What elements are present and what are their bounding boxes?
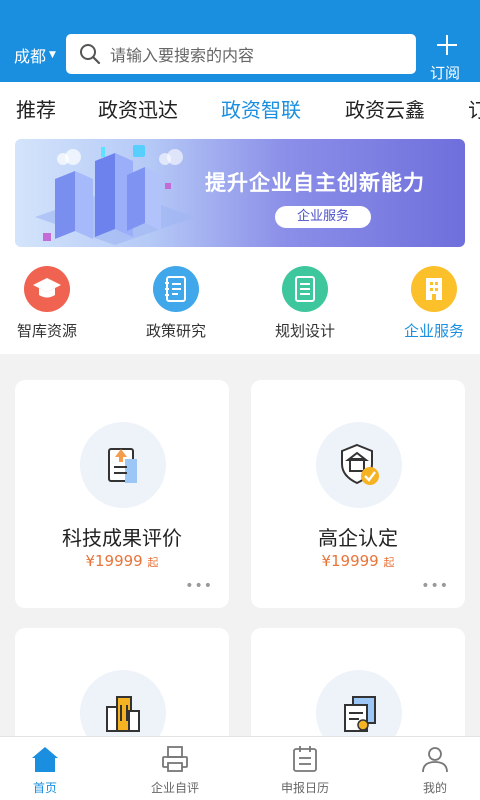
subscribe-label: 订阅 bbox=[429, 64, 460, 82]
promo-banner[interactable]: 提升企业自主创新能力 企业服务 bbox=[15, 139, 465, 247]
tab-tuijian[interactable]: 推荐 bbox=[16, 94, 56, 123]
nav-calendar[interactable]: 申报日历 bbox=[260, 745, 350, 796]
nav-label: 申报日历 bbox=[280, 781, 329, 795]
category-qiye[interactable]: 企业服务 bbox=[386, 266, 480, 341]
calendar-icon bbox=[293, 746, 317, 772]
certificate-upload-icon bbox=[108, 448, 137, 483]
city-selector[interactable]: 成都 ▼ bbox=[14, 43, 56, 67]
buildings-icon bbox=[106, 696, 140, 732]
nav-self-assessment[interactable]: 企业自评 bbox=[130, 745, 220, 796]
category-icon-bg bbox=[24, 266, 70, 312]
category-label: 政策研究 bbox=[145, 322, 206, 340]
category-icon-bg bbox=[153, 266, 199, 312]
graduation-cap-icon bbox=[33, 278, 61, 298]
category-label: 智库资源 bbox=[16, 322, 77, 340]
category-label: 规划设计 bbox=[274, 322, 335, 340]
category-zhiku[interactable]: 智库资源 bbox=[0, 266, 95, 341]
nav-home[interactable]: 首页 bbox=[0, 745, 90, 796]
top-header: 成都 ▼ 请输入要搜索的内容 订阅 bbox=[0, 0, 480, 82]
card-icon-bg bbox=[316, 422, 402, 508]
category-icon-bg bbox=[411, 266, 457, 312]
search-placeholder: 请输入要搜索的内容 bbox=[110, 46, 255, 65]
card-price-value: ¥19999 bbox=[321, 552, 379, 570]
card-price: ¥19999 起 bbox=[15, 552, 229, 570]
card-title: 高企认定 bbox=[318, 526, 398, 550]
nav-label: 企业自评 bbox=[150, 781, 199, 795]
banner-section: 提升企业自主创新能力 企业服务 bbox=[0, 134, 480, 254]
category-tabs: 推荐 政资迅达 政资智联 政资云鑫 订 bbox=[0, 82, 480, 134]
shield-check-icon bbox=[341, 443, 379, 485]
document-icon bbox=[295, 276, 315, 302]
card-price: ¥19999 起 bbox=[251, 552, 465, 570]
nav-label: 首页 bbox=[32, 781, 57, 795]
caret-down-icon: ▼ bbox=[49, 50, 56, 60]
card-title: 科技成果评价 bbox=[62, 526, 182, 550]
building-icon bbox=[426, 278, 442, 300]
more-icon[interactable]: ••• bbox=[185, 578, 213, 594]
notebook-icon bbox=[165, 276, 186, 302]
home-icon bbox=[32, 747, 58, 772]
category-label: 企业服务 bbox=[403, 322, 464, 340]
service-categories: 智库资源 政策研究 规划设计 企业服务 bbox=[0, 254, 480, 354]
category-guihua[interactable]: 规划设计 bbox=[257, 266, 353, 341]
nav-label: 我的 bbox=[422, 781, 447, 795]
card-price-suffix: 起 bbox=[147, 556, 159, 569]
banner-title: 提升企业自主创新能力 bbox=[205, 171, 425, 195]
tab-zhengzi-xunda[interactable]: 政资迅达 bbox=[98, 94, 178, 123]
printer-icon bbox=[162, 746, 188, 772]
card-icon-bg bbox=[80, 422, 166, 508]
more-icon[interactable]: ••• bbox=[421, 578, 449, 594]
banner-tag: 企业服务 bbox=[275, 206, 371, 228]
documents-stamp-icon bbox=[344, 696, 376, 732]
subscribe-button[interactable]: 订阅 bbox=[430, 34, 464, 83]
plus-icon bbox=[437, 35, 457, 55]
tab-zhengzi-yunxin[interactable]: 政资云鑫 bbox=[345, 94, 425, 123]
search-bar[interactable]: 请输入要搜索的内容 bbox=[66, 34, 416, 74]
nav-profile[interactable]: 我的 bbox=[390, 745, 480, 796]
city-illustration bbox=[35, 145, 195, 245]
tab-overflow[interactable]: 订 bbox=[468, 94, 480, 123]
card-price-suffix: 起 bbox=[383, 556, 395, 569]
user-icon bbox=[422, 747, 448, 773]
card-price-value: ¥19999 bbox=[85, 552, 143, 570]
bottom-nav: 首页 企业自评 申报日历 我的 bbox=[0, 736, 480, 800]
tab-zhengzi-zhilian[interactable]: 政资智联 bbox=[221, 94, 301, 123]
service-card-gaoqi[interactable]: 高企认定 ¥19999 起 ••• bbox=[251, 380, 465, 608]
category-zhengce[interactable]: 政策研究 bbox=[128, 266, 224, 341]
search-icon bbox=[80, 44, 101, 65]
category-icon-bg bbox=[282, 266, 328, 312]
service-card-keji[interactable]: 科技成果评价 ¥19999 起 ••• bbox=[15, 380, 229, 608]
city-label: 成都 bbox=[14, 47, 47, 66]
